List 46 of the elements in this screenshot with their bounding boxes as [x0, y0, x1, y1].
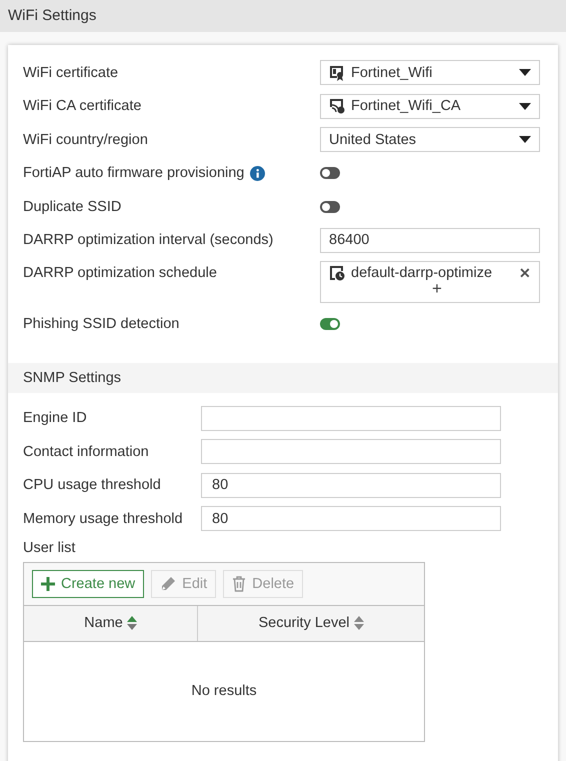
field-label: CPU usage threshold [23, 477, 161, 493]
certificate-icon [329, 64, 345, 80]
field-label: Contact information [23, 444, 149, 460]
sort-icon[interactable] [354, 616, 364, 630]
dropdown-caret-icon [519, 69, 531, 76]
field-label: User list [23, 540, 76, 556]
field-label: Engine ID [23, 410, 87, 426]
dropdown-select[interactable]: Fortinet_Wifi [320, 60, 540, 85]
create-button[interactable]: Create new [32, 570, 144, 598]
add-button[interactable]: + [418, 281, 442, 297]
toggle-switch[interactable] [320, 318, 340, 330]
input-field[interactable]: 80 [201, 472, 501, 498]
schedule-entry: default-darrp-optimize [351, 265, 492, 281]
dropdown-select[interactable]: United States [320, 127, 540, 152]
empty-message: No results [191, 683, 257, 699]
section-header: SNMP Settings [8, 362, 558, 392]
field-label: WiFi CA certificate [23, 98, 142, 114]
column-header[interactable]: Security Level [198, 606, 424, 640]
pencil-icon [160, 576, 176, 592]
certificate-icon [329, 98, 345, 114]
field-label: Memory usage threshold [23, 510, 183, 526]
field-label: WiFi country/region [23, 132, 148, 148]
trash-icon [232, 576, 246, 592]
column-header[interactable]: Name [24, 606, 198, 640]
dropdown-caret-icon [519, 102, 531, 110]
info-icon[interactable] [250, 166, 266, 180]
sort-icon[interactable] [126, 616, 137, 630]
field-label: Phishing SSID detection [23, 316, 180, 332]
field-label: DARRP optimization interval (seconds) [23, 232, 274, 248]
remove-button[interactable]: ✕ [519, 265, 531, 281]
input-field[interactable]: 86400 [320, 228, 540, 252]
field-label: WiFi certificate [23, 64, 118, 80]
schedule-icon [329, 265, 345, 281]
schedule-field[interactable]: default-darrp-optimize ✕ + [320, 261, 540, 303]
field-label: FortiAP auto firmware provisioning [23, 165, 244, 181]
dropdown-select[interactable]: Fortinet_Wifi_CA [320, 94, 540, 118]
input-field[interactable]: 80 [201, 506, 501, 531]
toggle-switch[interactable] [320, 167, 340, 179]
page-title: WiFi Settings [8, 7, 96, 24]
toggle-switch[interactable] [320, 200, 340, 212]
field-label: Duplicate SSID [23, 198, 122, 214]
field-label: DARRP optimization schedule [23, 265, 217, 281]
plus-icon [41, 576, 55, 590]
input-field[interactable] [201, 439, 501, 464]
dropdown-caret-icon [519, 136, 531, 143]
input-field[interactable] [201, 406, 501, 430]
